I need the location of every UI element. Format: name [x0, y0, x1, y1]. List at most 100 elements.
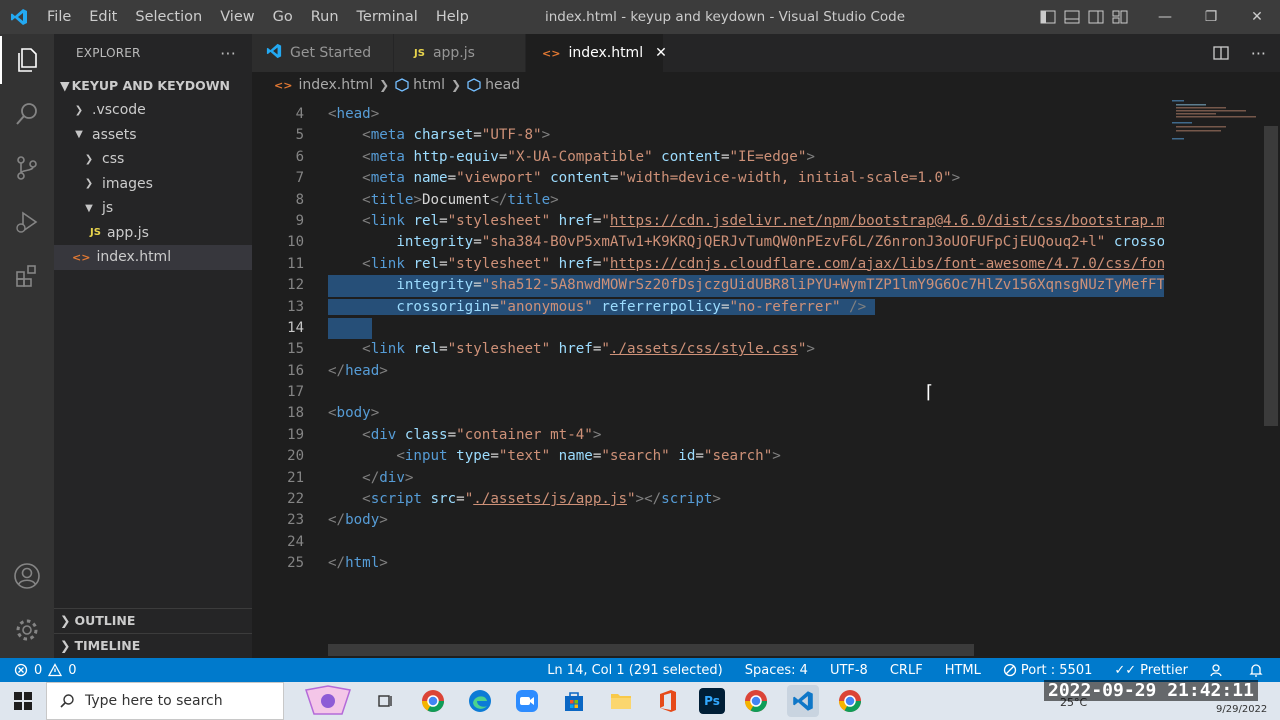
vscode-taskbar-icon[interactable]: [787, 685, 819, 717]
windows-start-icon[interactable]: [0, 682, 46, 720]
customize-layout-icon[interactable]: [1112, 9, 1130, 25]
live-server-port[interactable]: Port : 5501: [1003, 663, 1092, 678]
horizontal-scrollbar[interactable]: [328, 644, 974, 656]
chevron-right-icon: ❯: [60, 613, 71, 628]
symbol-element-icon: [467, 78, 481, 92]
code-line: [328, 317, 1164, 340]
menu-help[interactable]: Help: [427, 9, 478, 25]
office-icon[interactable]: [652, 685, 684, 717]
tree-item-css[interactable]: ❯ css: [54, 147, 252, 172]
mouse-cursor-icon: ⌈: [926, 382, 934, 403]
code-line: <head>: [328, 106, 380, 122]
extensions-icon[interactable]: [0, 252, 54, 300]
breadcrumb-head[interactable]: head: [485, 77, 520, 93]
tab-index-html[interactable]: <> index.html ✕: [526, 34, 667, 72]
project-folder-header[interactable]: ▼ KEYUP AND KEYDOWN: [54, 72, 252, 98]
tree-item-assets[interactable]: ▼ assets: [54, 123, 252, 148]
menu-run[interactable]: Run: [302, 9, 348, 25]
explorer-header: EXPLORER ···: [54, 34, 252, 72]
tree-item-images[interactable]: ❯ images: [54, 172, 252, 197]
task-view-icon[interactable]: [370, 685, 402, 717]
status-bar-right: Ln 14, Col 1 (291 selected) Spaces: 4 UT…: [547, 658, 1264, 682]
search-icon[interactable]: [0, 90, 54, 138]
chrome-profile-icon[interactable]: [740, 685, 772, 717]
tree-item-vscode[interactable]: ❯ .vscode: [54, 98, 252, 123]
vscode-logo-icon: [266, 43, 282, 63]
timeline-section[interactable]: ❯ TIMELINE: [54, 633, 252, 657]
code-line: <script src="./assets/js/app.js"></scrip…: [362, 491, 721, 508]
tree-item-app-js[interactable]: JS app.js: [54, 221, 252, 246]
tab-app-js[interactable]: JS app.js: [394, 34, 526, 72]
menu-edit[interactable]: Edit: [80, 9, 126, 25]
code-editor[interactable]: 4 5 6 7 8 9 10 11 12 13 14 15 16 17 18 1…: [252, 98, 1280, 658]
source-control-icon[interactable]: [0, 144, 54, 192]
code-line: <body>: [328, 405, 380, 422]
tree-item-label: images: [102, 175, 153, 192]
zoom-icon[interactable]: [511, 685, 543, 717]
search-placeholder: Type here to search: [85, 693, 223, 709]
taskbar-date[interactable]: 9/29/2022: [1216, 704, 1267, 715]
toggle-secondary-sidebar-icon[interactable]: [1088, 9, 1104, 25]
minimap[interactable]: [1164, 98, 1264, 658]
warning-icon: [48, 663, 63, 677]
chrome-canary-icon[interactable]: [834, 685, 866, 717]
tree-item-index-html[interactable]: <> index.html: [54, 245, 252, 270]
outline-section[interactable]: ❯ OUTLINE: [54, 608, 252, 632]
language-mode[interactable]: HTML: [945, 663, 981, 678]
end-of-line[interactable]: CRLF: [890, 663, 923, 678]
tab-get-started[interactable]: Get Started: [252, 34, 394, 72]
breadcrumb-file[interactable]: index.html: [298, 77, 373, 93]
feedback-icon[interactable]: [1210, 662, 1226, 678]
prettier-status[interactable]: ✓✓ Prettier: [1114, 663, 1188, 678]
close-tab-icon[interactable]: ✕: [655, 45, 667, 61]
breadcrumb-html[interactable]: html: [413, 77, 445, 93]
tree-item-js[interactable]: ▼ js: [54, 196, 252, 221]
more-actions-icon[interactable]: ···: [1251, 44, 1266, 63]
project-name: KEYUP AND KEYDOWN: [71, 77, 230, 93]
html-file-icon: <>: [542, 46, 561, 60]
line-number: 15: [287, 341, 304, 358]
split-editor-icon[interactable]: [1213, 45, 1229, 61]
microsoft-store-icon[interactable]: [558, 685, 590, 717]
close-window-icon[interactable]: ✕: [1234, 0, 1280, 34]
menu-go[interactable]: Go: [264, 9, 302, 25]
restore-icon[interactable]: ❐: [1188, 0, 1234, 34]
toggle-sidebar-icon[interactable]: [1040, 9, 1056, 25]
vertical-scrollbar[interactable]: [1264, 126, 1278, 426]
menu-view[interactable]: View: [211, 9, 263, 25]
outline-title: OUTLINE: [74, 613, 136, 628]
code-lines[interactable]: <head> <meta charset="UTF-8"> <meta http…: [328, 104, 1164, 575]
run-debug-icon[interactable]: [0, 198, 54, 246]
encoding[interactable]: UTF-8: [830, 663, 868, 678]
chevron-down-icon: ▼: [85, 202, 93, 214]
code-line: </body>: [328, 512, 388, 529]
settings-gear-icon[interactable]: [0, 606, 54, 654]
menu-terminal[interactable]: Terminal: [348, 9, 427, 25]
photoshop-icon[interactable]: Ps: [699, 688, 725, 714]
chrome-icon[interactable]: [417, 685, 449, 717]
html-file-icon: <>: [72, 250, 91, 264]
explorer-icon[interactable]: [0, 36, 54, 84]
minimize-icon[interactable]: —: [1142, 0, 1188, 34]
indentation[interactable]: Spaces: 4: [745, 663, 808, 678]
html-file-icon: <>: [274, 78, 293, 92]
notifications-bell-icon[interactable]: [1248, 662, 1264, 678]
tree-item-label: assets: [92, 126, 137, 143]
taskbar-search-box[interactable]: Type here to search: [46, 682, 284, 720]
cursor-position[interactable]: Ln 14, Col 1 (291 selected): [547, 663, 723, 678]
search-icon: [60, 694, 74, 708]
menu-file[interactable]: File: [38, 9, 80, 25]
menu-selection[interactable]: Selection: [126, 9, 211, 25]
error-count: 0: [34, 662, 43, 678]
title-bar: File Edit Selection View Go Run Terminal…: [0, 0, 1280, 34]
problems-indicator[interactable]: 0 0: [0, 663, 77, 678]
edge-icon[interactable]: [464, 685, 496, 717]
code-line: </head>: [328, 362, 388, 379]
more-actions-icon[interactable]: ···: [220, 44, 236, 63]
window-controls: — ❐ ✕: [1142, 0, 1280, 34]
toggle-panel-icon[interactable]: [1064, 9, 1080, 25]
javascript-file-icon: JS: [414, 47, 425, 59]
vscode-logo-icon: [0, 0, 38, 34]
file-explorer-icon[interactable]: [605, 685, 637, 717]
accounts-icon[interactable]: [0, 552, 54, 600]
